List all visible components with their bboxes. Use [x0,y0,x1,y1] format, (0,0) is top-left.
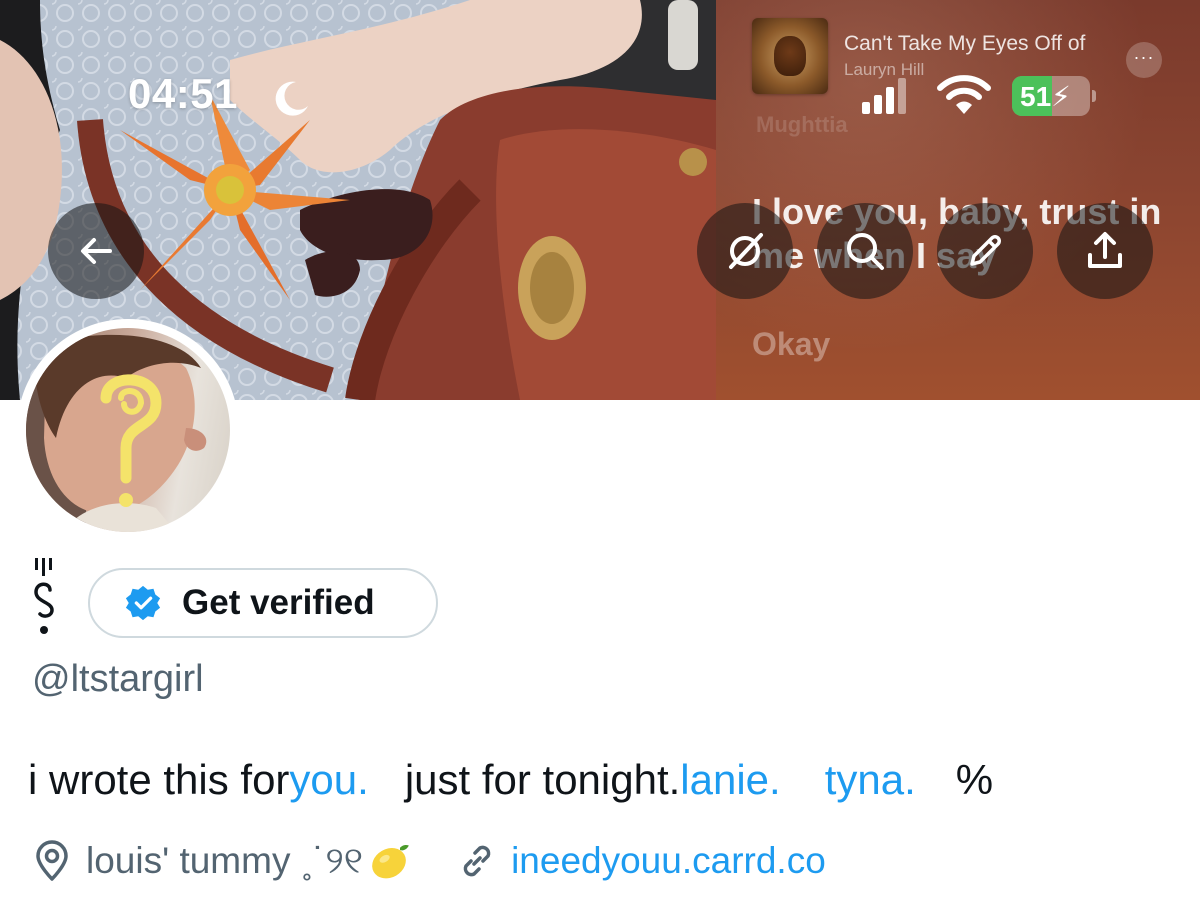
avatar-image [26,328,207,532]
song-title: Can't Take My Eyes Off of [844,32,1086,55]
verified-badge-icon [125,585,161,621]
battery-nub [1092,90,1096,102]
share-button[interactable] [1057,203,1153,299]
back-button[interactable] [48,203,144,299]
status-time: 04:51 [128,70,238,117]
bio-link-lanie[interactable]: lanie. [680,756,780,804]
more-options-button[interactable]: ··· [1126,42,1162,78]
moon-icon [275,81,308,116]
link-icon [463,845,491,877]
avatar-photo [26,328,230,532]
bio-text: i wrote this for [28,756,290,803]
share-icon [1088,232,1122,268]
battery-icon: 51⚡ [1012,76,1090,116]
bio-text-tonight: just for tonight. [404,756,681,803]
lyric-previous: Mughttia [756,112,848,137]
wifi-icon [937,75,991,114]
location-pin-icon [36,840,68,881]
website-link[interactable]: ineedyouu.carrd.co [511,840,826,882]
grok-icon [729,233,763,269]
get-verified-button[interactable]: Get verified [88,568,438,638]
signal-icon [862,78,906,114]
search-button[interactable] [817,203,913,299]
back-arrow-icon [81,238,112,264]
edit-icon [970,235,1001,266]
bio-text-percent: % [955,756,994,803]
edit-button[interactable] [937,203,1033,299]
lyric-next: Okay [752,326,831,362]
location-text: louis' tummy ˳˙୨୧ [86,839,364,881]
search-icon [847,233,884,270]
avatar[interactable] [17,319,239,541]
profile-bio: i wrote this for you. just for tonight. l… [28,756,993,804]
lemon-icon [372,845,409,879]
bio-link-you[interactable]: you. [289,756,368,804]
grok-button[interactable] [697,203,793,299]
bio-link-tyna[interactable]: tyna. [825,756,916,804]
get-verified-label: Get verified [182,583,375,622]
user-handle: @ltstargirl [32,658,204,700]
now-playing-panel: Can't Take My Eyes Off of Lauryn Hill ··… [716,0,1200,400]
display-name-emoji-icon [34,558,54,634]
battery-level: 51⚡ [1020,81,1071,112]
album-art [752,18,828,94]
profile-meta: louis' tummy ˳˙୨୧ ineedyouu.carrd.co [30,836,826,886]
song-artist: Lauryn Hill [844,60,925,79]
